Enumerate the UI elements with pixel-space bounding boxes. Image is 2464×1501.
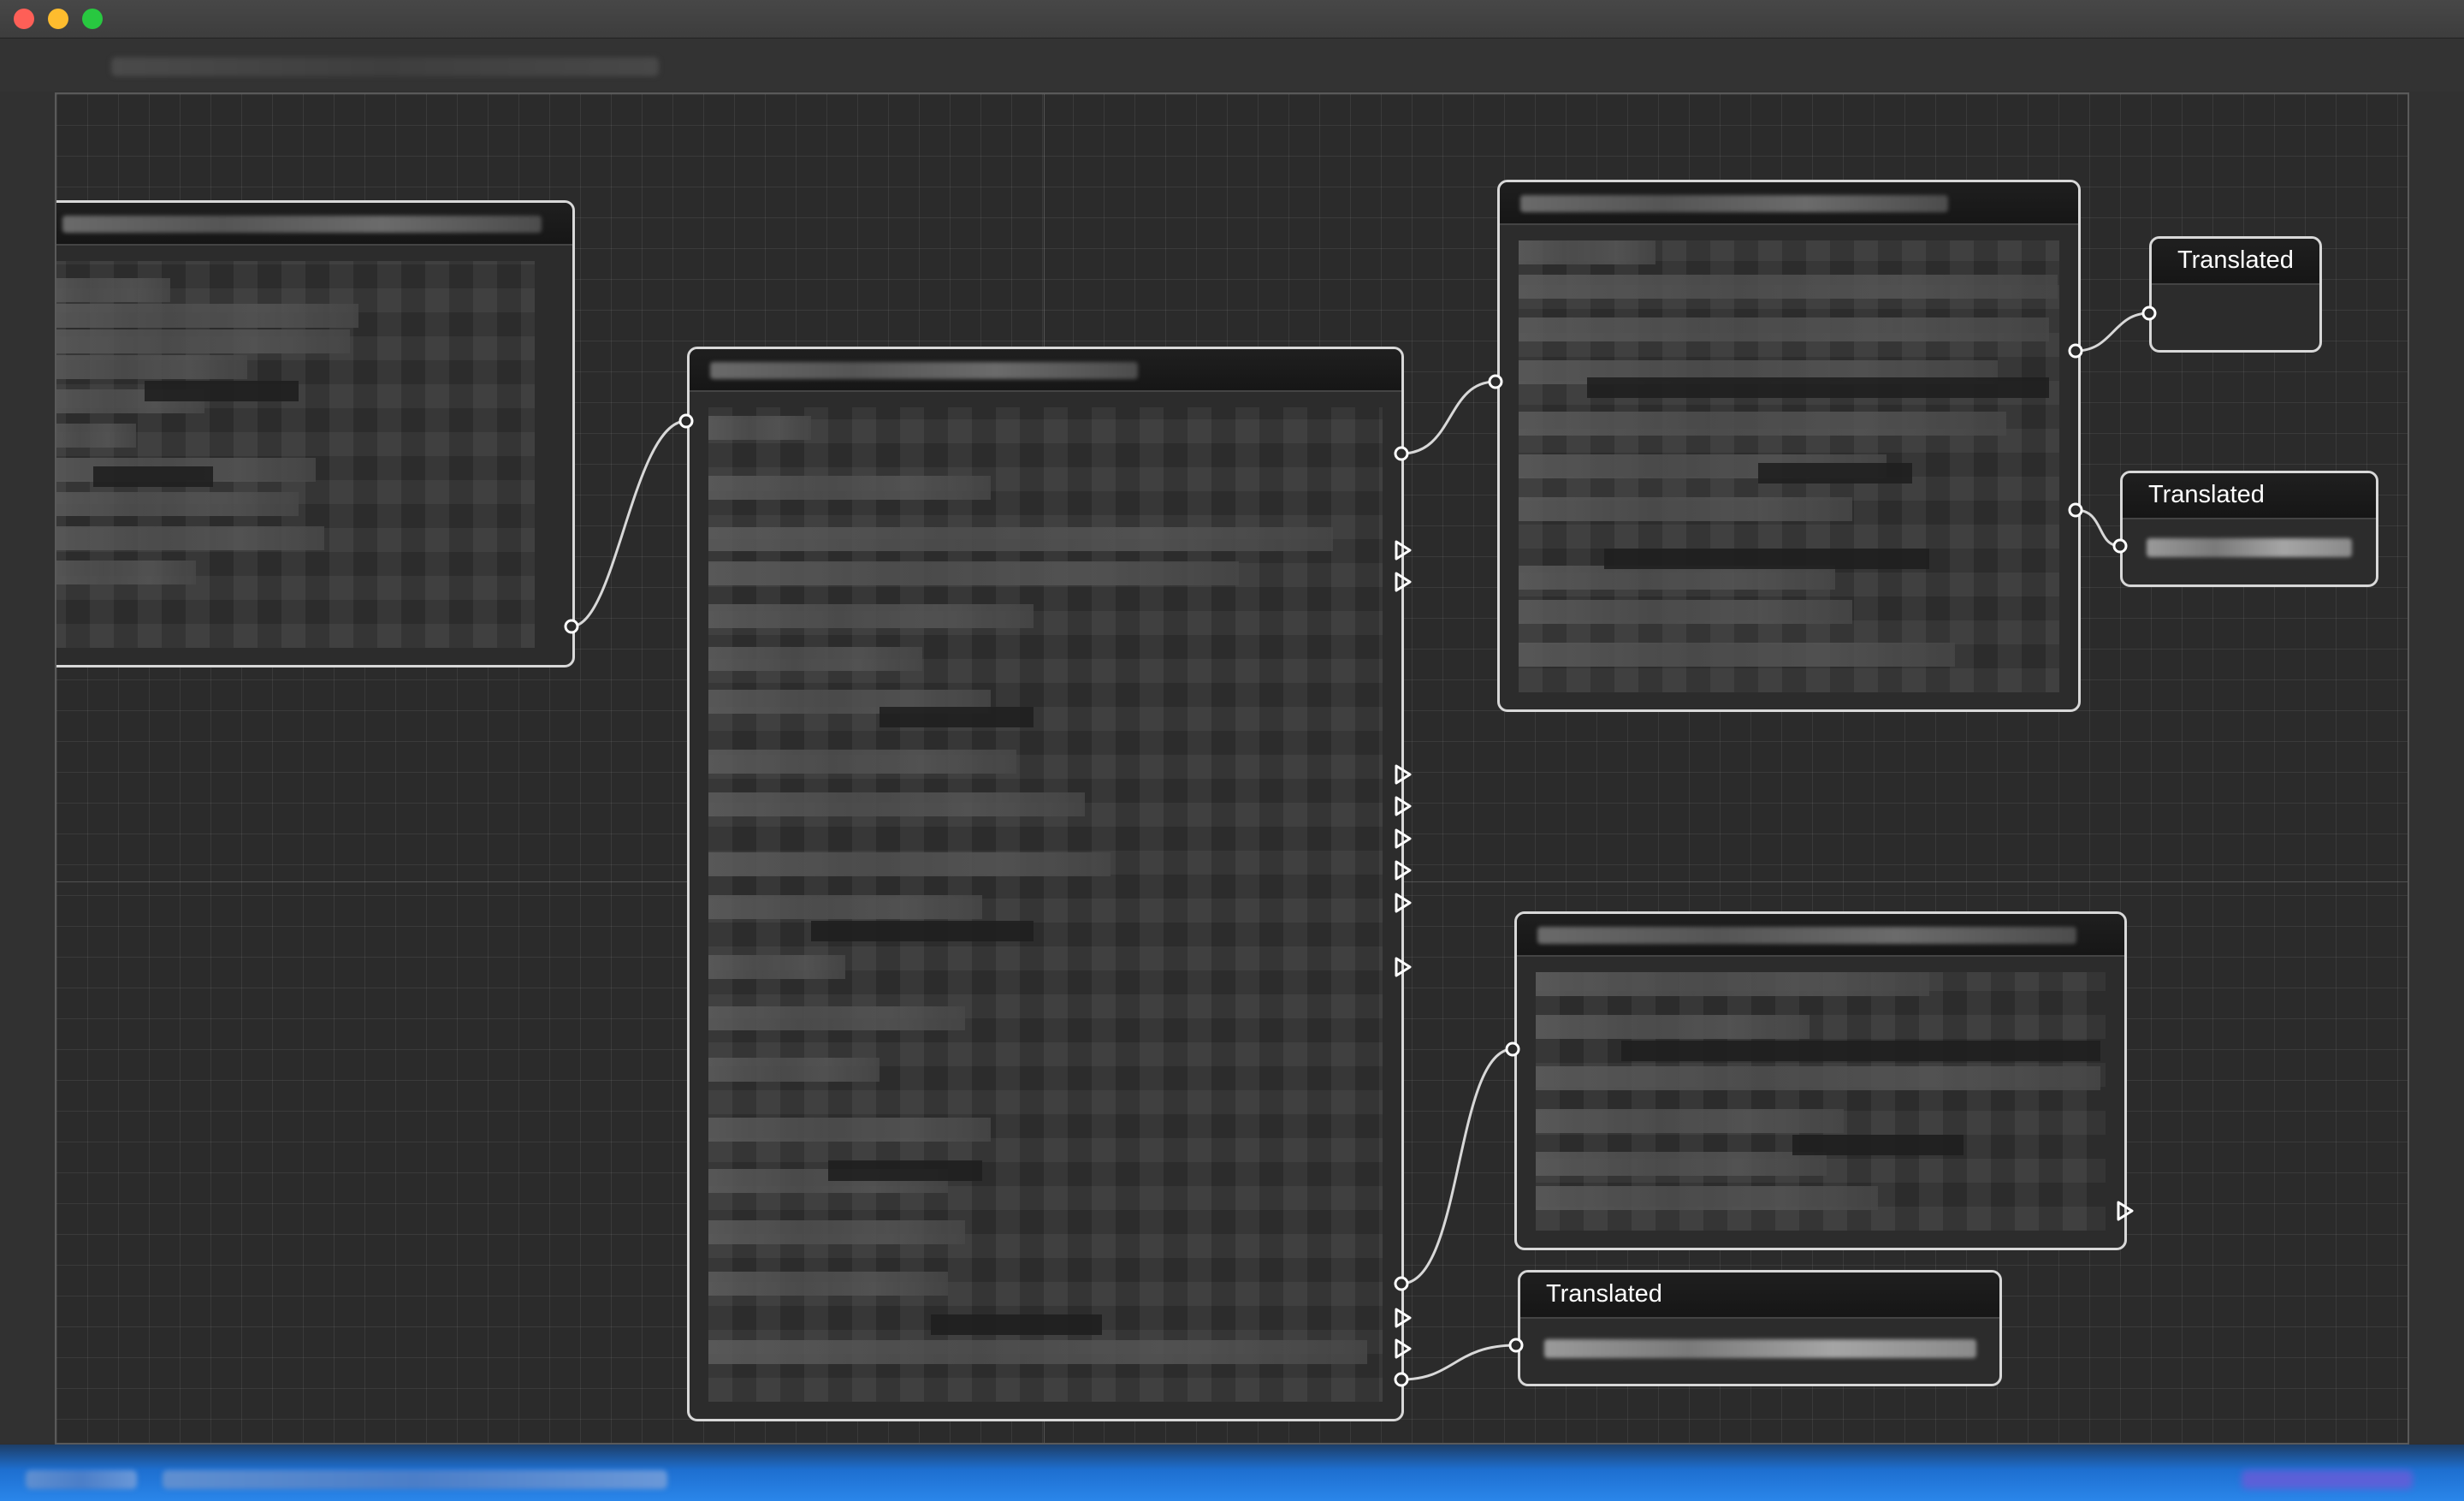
status-bar bbox=[0, 1445, 2464, 1501]
node-graph-canvas[interactable]: Translated Translated Translated bbox=[55, 92, 2409, 1445]
status-message bbox=[163, 1470, 667, 1489]
node-translated-3-header[interactable]: Translated bbox=[1520, 1273, 1999, 1319]
breadcrumb[interactable] bbox=[111, 57, 659, 76]
node-b-title bbox=[710, 362, 1138, 379]
window-titlebar bbox=[0, 0, 2464, 39]
status-right[interactable] bbox=[2242, 1470, 2413, 1489]
node-d-content bbox=[1536, 972, 2106, 1231]
node-b-content bbox=[708, 407, 1383, 1402]
node-b-header[interactable] bbox=[690, 349, 1401, 392]
zoom-window-button[interactable] bbox=[82, 9, 103, 29]
node-c-title bbox=[1520, 195, 1948, 212]
minimize-window-button[interactable] bbox=[48, 9, 68, 29]
node-translated-2-field[interactable] bbox=[2147, 538, 2352, 557]
node-translated-2[interactable]: Translated bbox=[2120, 471, 2378, 587]
editor-toolbar bbox=[0, 39, 2464, 92]
node-translated-3[interactable]: Translated bbox=[1518, 1270, 2002, 1386]
node-d-title bbox=[1537, 927, 2076, 944]
node-translated-1-title: Translated bbox=[2177, 246, 2294, 274]
node-translated-3-title: Translated bbox=[1546, 1280, 1662, 1308]
node-a-header[interactable] bbox=[56, 203, 572, 246]
node-c[interactable] bbox=[1497, 180, 2081, 712]
node-translated-1[interactable]: Translated bbox=[2149, 236, 2322, 353]
node-b[interactable] bbox=[687, 347, 1404, 1421]
node-a-content bbox=[56, 261, 535, 648]
node-d-header[interactable] bbox=[1517, 914, 2124, 957]
node-translated-2-header[interactable]: Translated bbox=[2123, 473, 2376, 519]
status-left[interactable] bbox=[26, 1470, 137, 1489]
node-a-title bbox=[62, 216, 542, 233]
node-d[interactable] bbox=[1514, 911, 2127, 1250]
close-window-button[interactable] bbox=[14, 9, 34, 29]
node-c-header[interactable] bbox=[1500, 182, 2078, 225]
node-translated-3-field[interactable] bbox=[1544, 1339, 1976, 1358]
node-translated-2-title: Translated bbox=[2148, 481, 2265, 508]
node-translated-1-header[interactable]: Translated bbox=[2152, 239, 2319, 285]
left-sidebar bbox=[0, 92, 55, 1444]
right-sidebar bbox=[2409, 92, 2464, 1444]
node-a[interactable] bbox=[56, 200, 575, 667]
node-c-content bbox=[1519, 240, 2059, 692]
